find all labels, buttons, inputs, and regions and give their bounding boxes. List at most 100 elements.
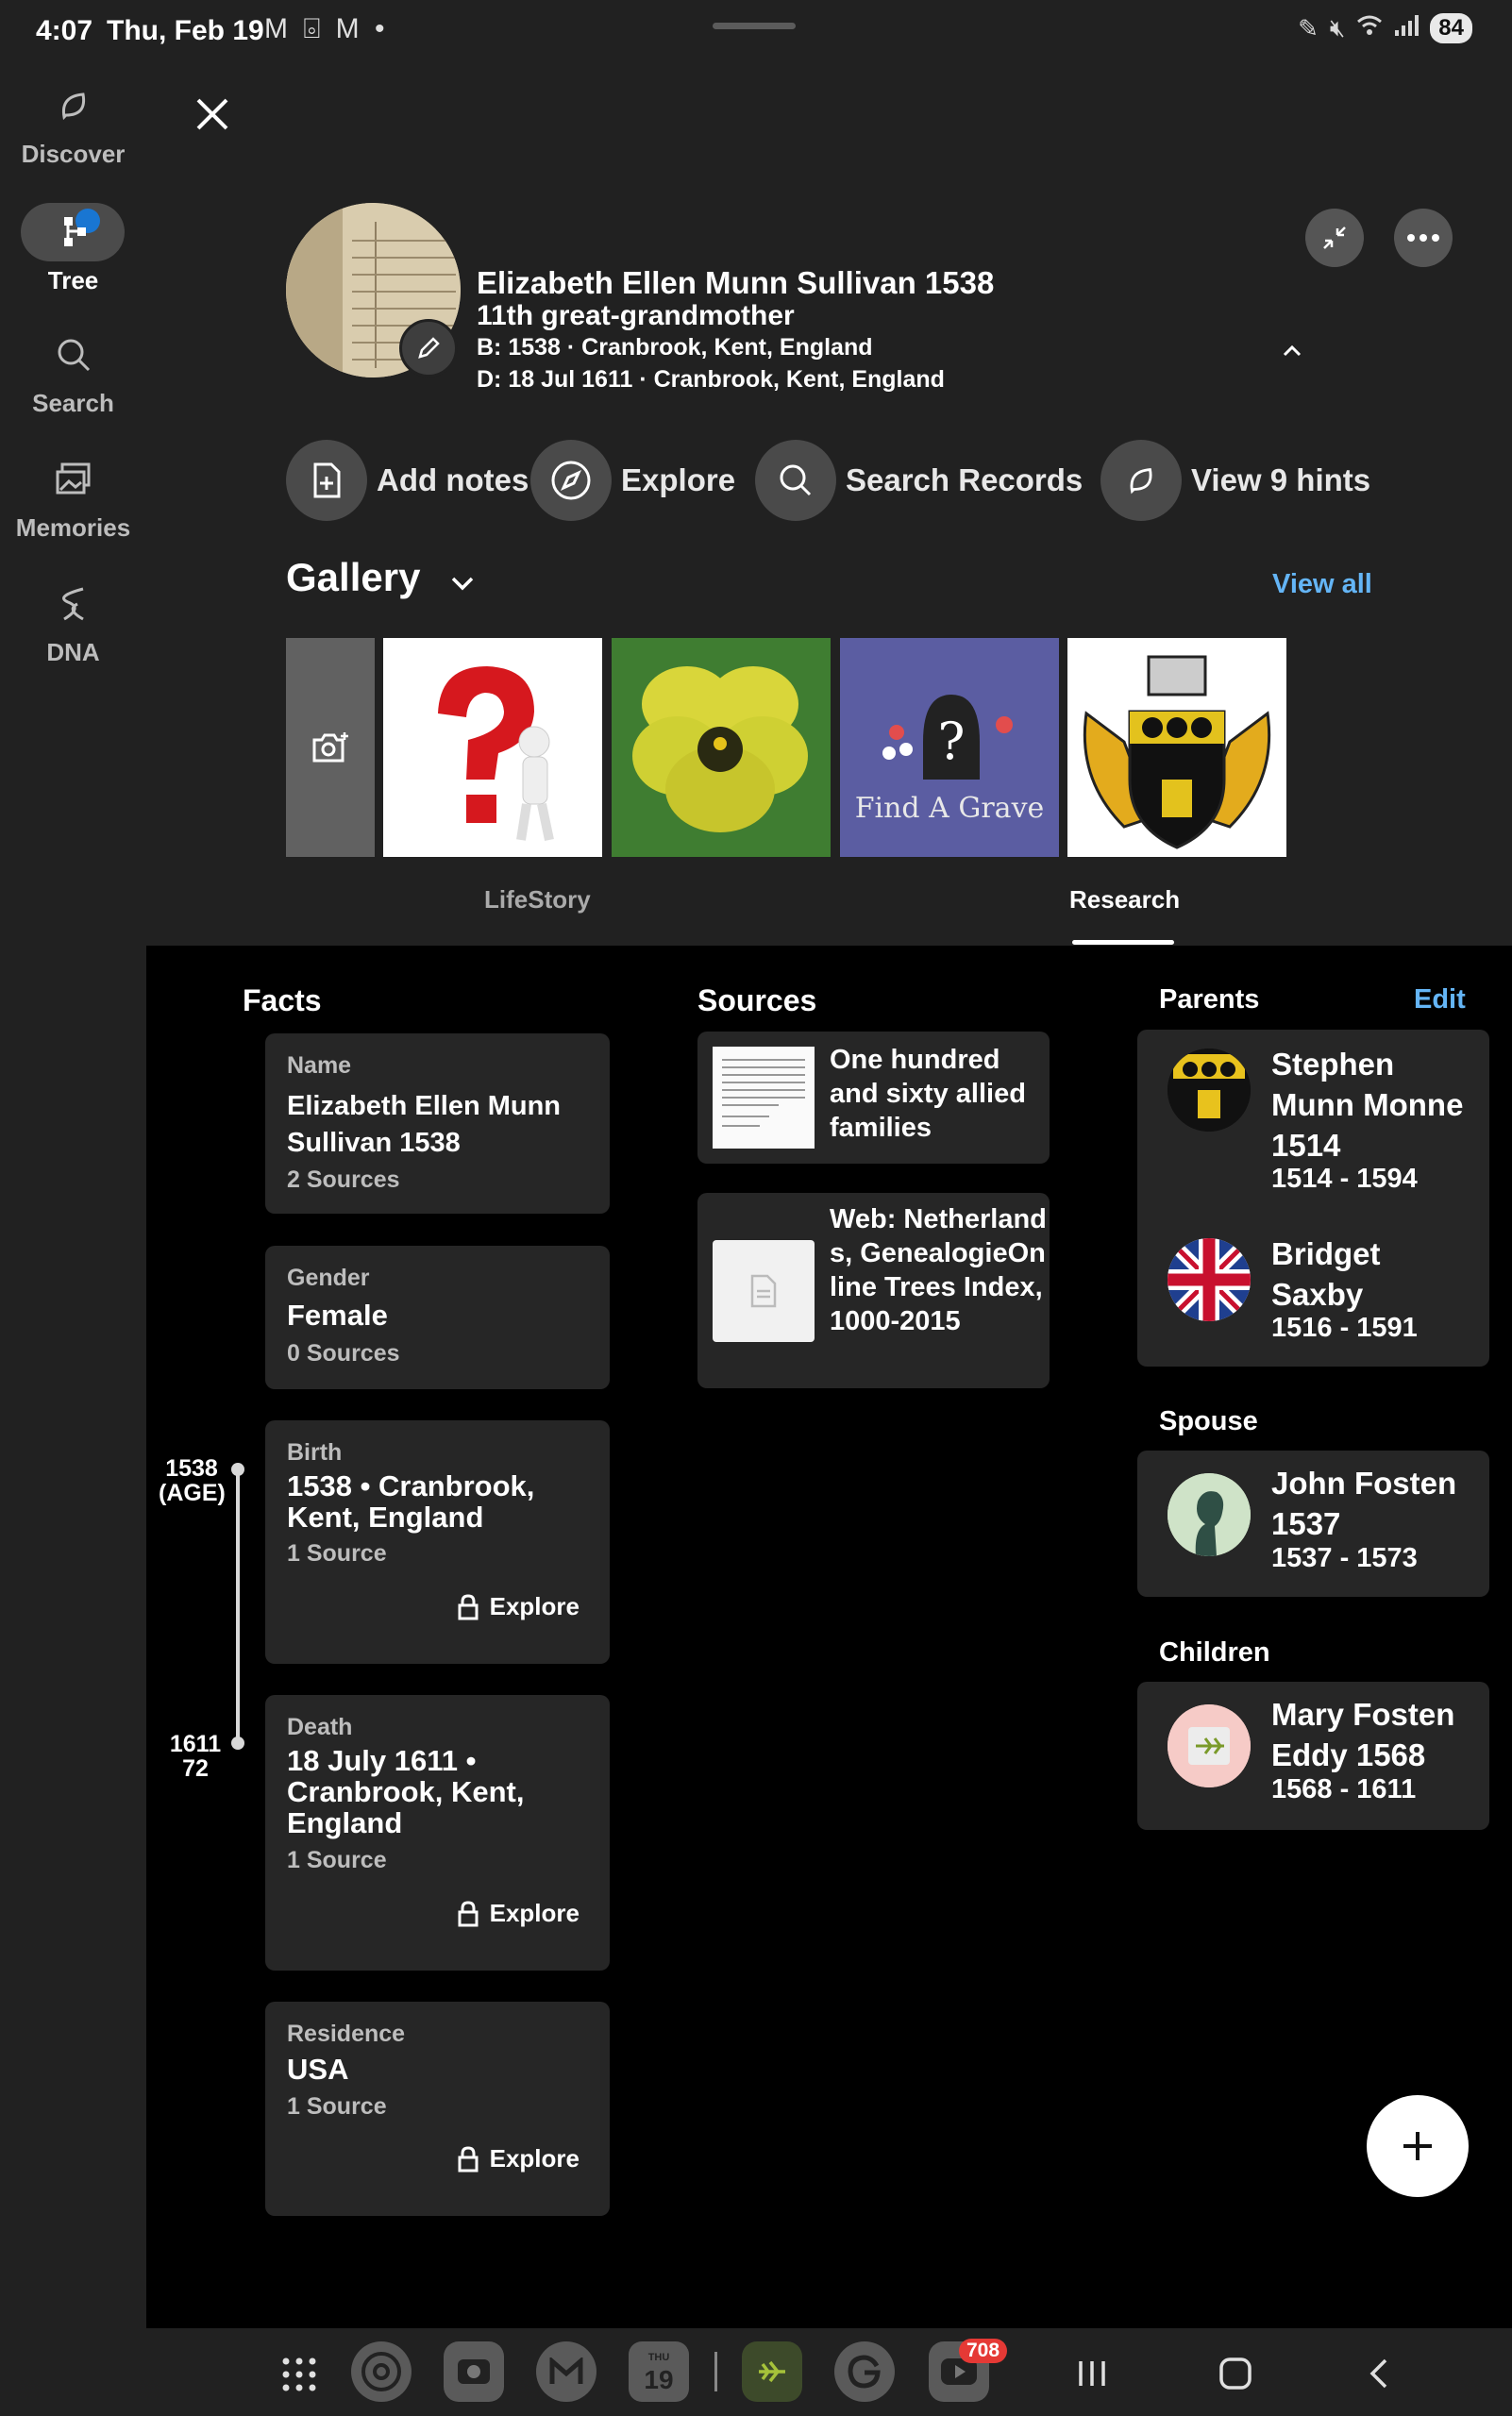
source-title: One hundred and sixty allied families xyxy=(830,1045,1026,1143)
edit-parents-link[interactable]: Edit xyxy=(1414,984,1466,1015)
lock-icon xyxy=(458,2145,479,2172)
male-silhouette-icon xyxy=(1168,1473,1251,1556)
recent-apps-icon[interactable] xyxy=(1076,2357,1108,2390)
explore-button[interactable]: Explore xyxy=(530,440,735,521)
question-mark-image xyxy=(438,666,554,842)
fact-value: Elizabeth Ellen Munn Sullivan 1538 xyxy=(287,1091,562,1158)
timeline-start-dot xyxy=(231,1463,244,1476)
tab-research[interactable]: Research xyxy=(1069,885,1180,914)
fact-card-gender[interactable]: Gender Female 0 Sources xyxy=(265,1246,610,1389)
close-icon[interactable] xyxy=(191,92,234,136)
gallery-photo-findagrave[interactable]: ? Find A Grave xyxy=(840,638,1059,857)
person-name: Elizabeth Ellen Munn Sullivan 1538 xyxy=(477,265,995,300)
calendar-app-icon[interactable]: THU 19 xyxy=(629,2341,689,2402)
back-icon[interactable] xyxy=(1365,2357,1393,2391)
fact-card-name[interactable]: Name Elizabeth Ellen Munn Sullivan 1538 … xyxy=(265,1033,610,1214)
lock-icon xyxy=(458,1593,479,1619)
source-card-genealogieonline[interactable]: Web: Netherlands, GenealogieOnline Trees… xyxy=(697,1193,1050,1388)
fact-label: Gender xyxy=(287,1265,370,1291)
add-camera-icon xyxy=(312,732,348,763)
fact-value: USA xyxy=(287,2053,349,2086)
calendar-dow: THU xyxy=(647,2352,670,2363)
document-icon xyxy=(750,1274,777,1308)
window-drag-handle[interactable] xyxy=(713,23,796,29)
chevron-down-icon[interactable] xyxy=(445,566,479,600)
search-records-button[interactable]: Search Records xyxy=(755,440,1083,521)
rail-item-label: Memories xyxy=(15,513,131,542)
pansy-flower-image xyxy=(612,638,831,857)
fact-sources: 1 Source xyxy=(287,2093,387,2120)
parent-name: Stephen Munn Monne 1514 xyxy=(1271,1047,1464,1163)
tree-icon xyxy=(63,217,86,246)
fact-sources: 1 Source xyxy=(287,1540,387,1567)
person-relationship: 11th great-grandmother xyxy=(477,300,795,331)
google-app-icon[interactable] xyxy=(834,2341,895,2402)
rail-item-discover[interactable]: Discover xyxy=(0,87,146,169)
wifi-icon xyxy=(1356,14,1383,43)
gallery-photo-crest[interactable] xyxy=(1067,638,1286,857)
view-hints-button[interactable]: View 9 hints xyxy=(1100,440,1370,521)
add-photo-button[interactable] xyxy=(286,638,375,857)
document-placeholder xyxy=(713,1240,815,1342)
home-icon[interactable] xyxy=(1218,2357,1252,2391)
crest-icon xyxy=(1168,1049,1251,1132)
chevron-up-icon[interactable] xyxy=(1276,335,1308,367)
fact-value: 1538 • Cranbrook, Kent, England xyxy=(287,1469,535,1534)
fact-value: Female xyxy=(287,1299,388,1332)
union-flag-icon xyxy=(1168,1238,1251,1321)
rail-item-search[interactable]: Search xyxy=(0,336,146,418)
rail-item-label: Discover xyxy=(21,140,126,168)
timeline-end-dot xyxy=(231,1736,244,1750)
rail-item-label: Search xyxy=(32,389,114,417)
edit-photo-button[interactable] xyxy=(399,319,458,378)
fact-card-residence[interactable]: Residence USA 1 Source Explore xyxy=(265,2002,610,2216)
notification-icons: M ⌻ M • xyxy=(264,13,389,44)
findagrave-text: Find A Grave xyxy=(855,792,1045,825)
ancestry-app-icon[interactable] xyxy=(742,2341,802,2402)
chrome-app-icon[interactable] xyxy=(351,2341,412,2402)
view-all-link[interactable]: View all xyxy=(1272,569,1372,600)
add-fab-button[interactable] xyxy=(1367,2095,1469,2197)
app-drawer-icon[interactable] xyxy=(280,2356,318,2393)
rail-item-memories[interactable]: Memories xyxy=(0,461,146,543)
gallery-photo-pansy[interactable] xyxy=(612,638,831,857)
fact-card-death[interactable]: Death 18 July 1611 • Cranbrook, Kent, En… xyxy=(265,1695,610,1971)
fact-sources: 2 Sources xyxy=(287,1166,400,1193)
hint-leaf-icon xyxy=(61,92,85,121)
add-notes-button[interactable]: Add notes xyxy=(286,440,529,521)
status-time: 4:07 xyxy=(36,15,93,46)
explore-birth-button[interactable]: Explore xyxy=(458,1592,580,1621)
pencil-icon xyxy=(418,337,440,359)
lock-icon xyxy=(458,1900,479,1926)
ancestry-leaf-icon xyxy=(759,2360,785,2383)
rail-item-tree[interactable]: Tree xyxy=(0,213,146,295)
minimize-button[interactable] xyxy=(1305,209,1364,267)
rail-item-label: DNA xyxy=(46,638,100,666)
parent-years: 1516 - 1591 xyxy=(1271,1313,1418,1343)
mute-icon: 🔇︎ xyxy=(1329,13,1346,42)
compass-icon xyxy=(551,461,591,500)
fact-label: Death xyxy=(287,1714,353,1740)
pen-icon: ✎ xyxy=(1298,13,1319,42)
camera-app-icon[interactable] xyxy=(444,2341,504,2402)
tab-lifestory[interactable]: LifeStory xyxy=(484,885,591,914)
more-options-button[interactable] xyxy=(1394,209,1453,267)
gallery-photo-question[interactable] xyxy=(383,638,602,857)
gmail-app-icon[interactable] xyxy=(536,2341,596,2402)
fact-label: Residence xyxy=(287,2021,406,2047)
child-name: Mary Fosten Eddy 1568 xyxy=(1271,1697,1455,1772)
calendar-day: 19 xyxy=(644,2365,674,2394)
child-card[interactable]: Mary Fosten Eddy 1568 1568 - 1611 xyxy=(1137,1682,1489,1830)
gmail-icon xyxy=(549,2357,583,2384)
explore-residence-button[interactable]: Explore xyxy=(458,2144,580,2173)
fact-label: Name xyxy=(287,1052,352,1079)
rail-item-dna[interactable]: DNA xyxy=(0,585,146,667)
photos-icon xyxy=(56,462,90,495)
source-card-allied-families[interactable]: One hundred and sixty allied families xyxy=(697,1032,1050,1164)
spouse-card[interactable]: John Fosten 1537 1537 - 1573 xyxy=(1137,1451,1489,1597)
fact-value: 18 July 1611 • Cranbrook, Kent, England xyxy=(287,1744,525,1839)
explore-death-button[interactable]: Explore xyxy=(458,1899,580,1928)
spouse-name: John Fosten 1537 xyxy=(1271,1466,1457,1541)
fact-card-birth[interactable]: Birth 1538 • Cranbrook, Kent, England 1 … xyxy=(265,1420,610,1664)
hint-leaf-icon xyxy=(1130,468,1152,495)
